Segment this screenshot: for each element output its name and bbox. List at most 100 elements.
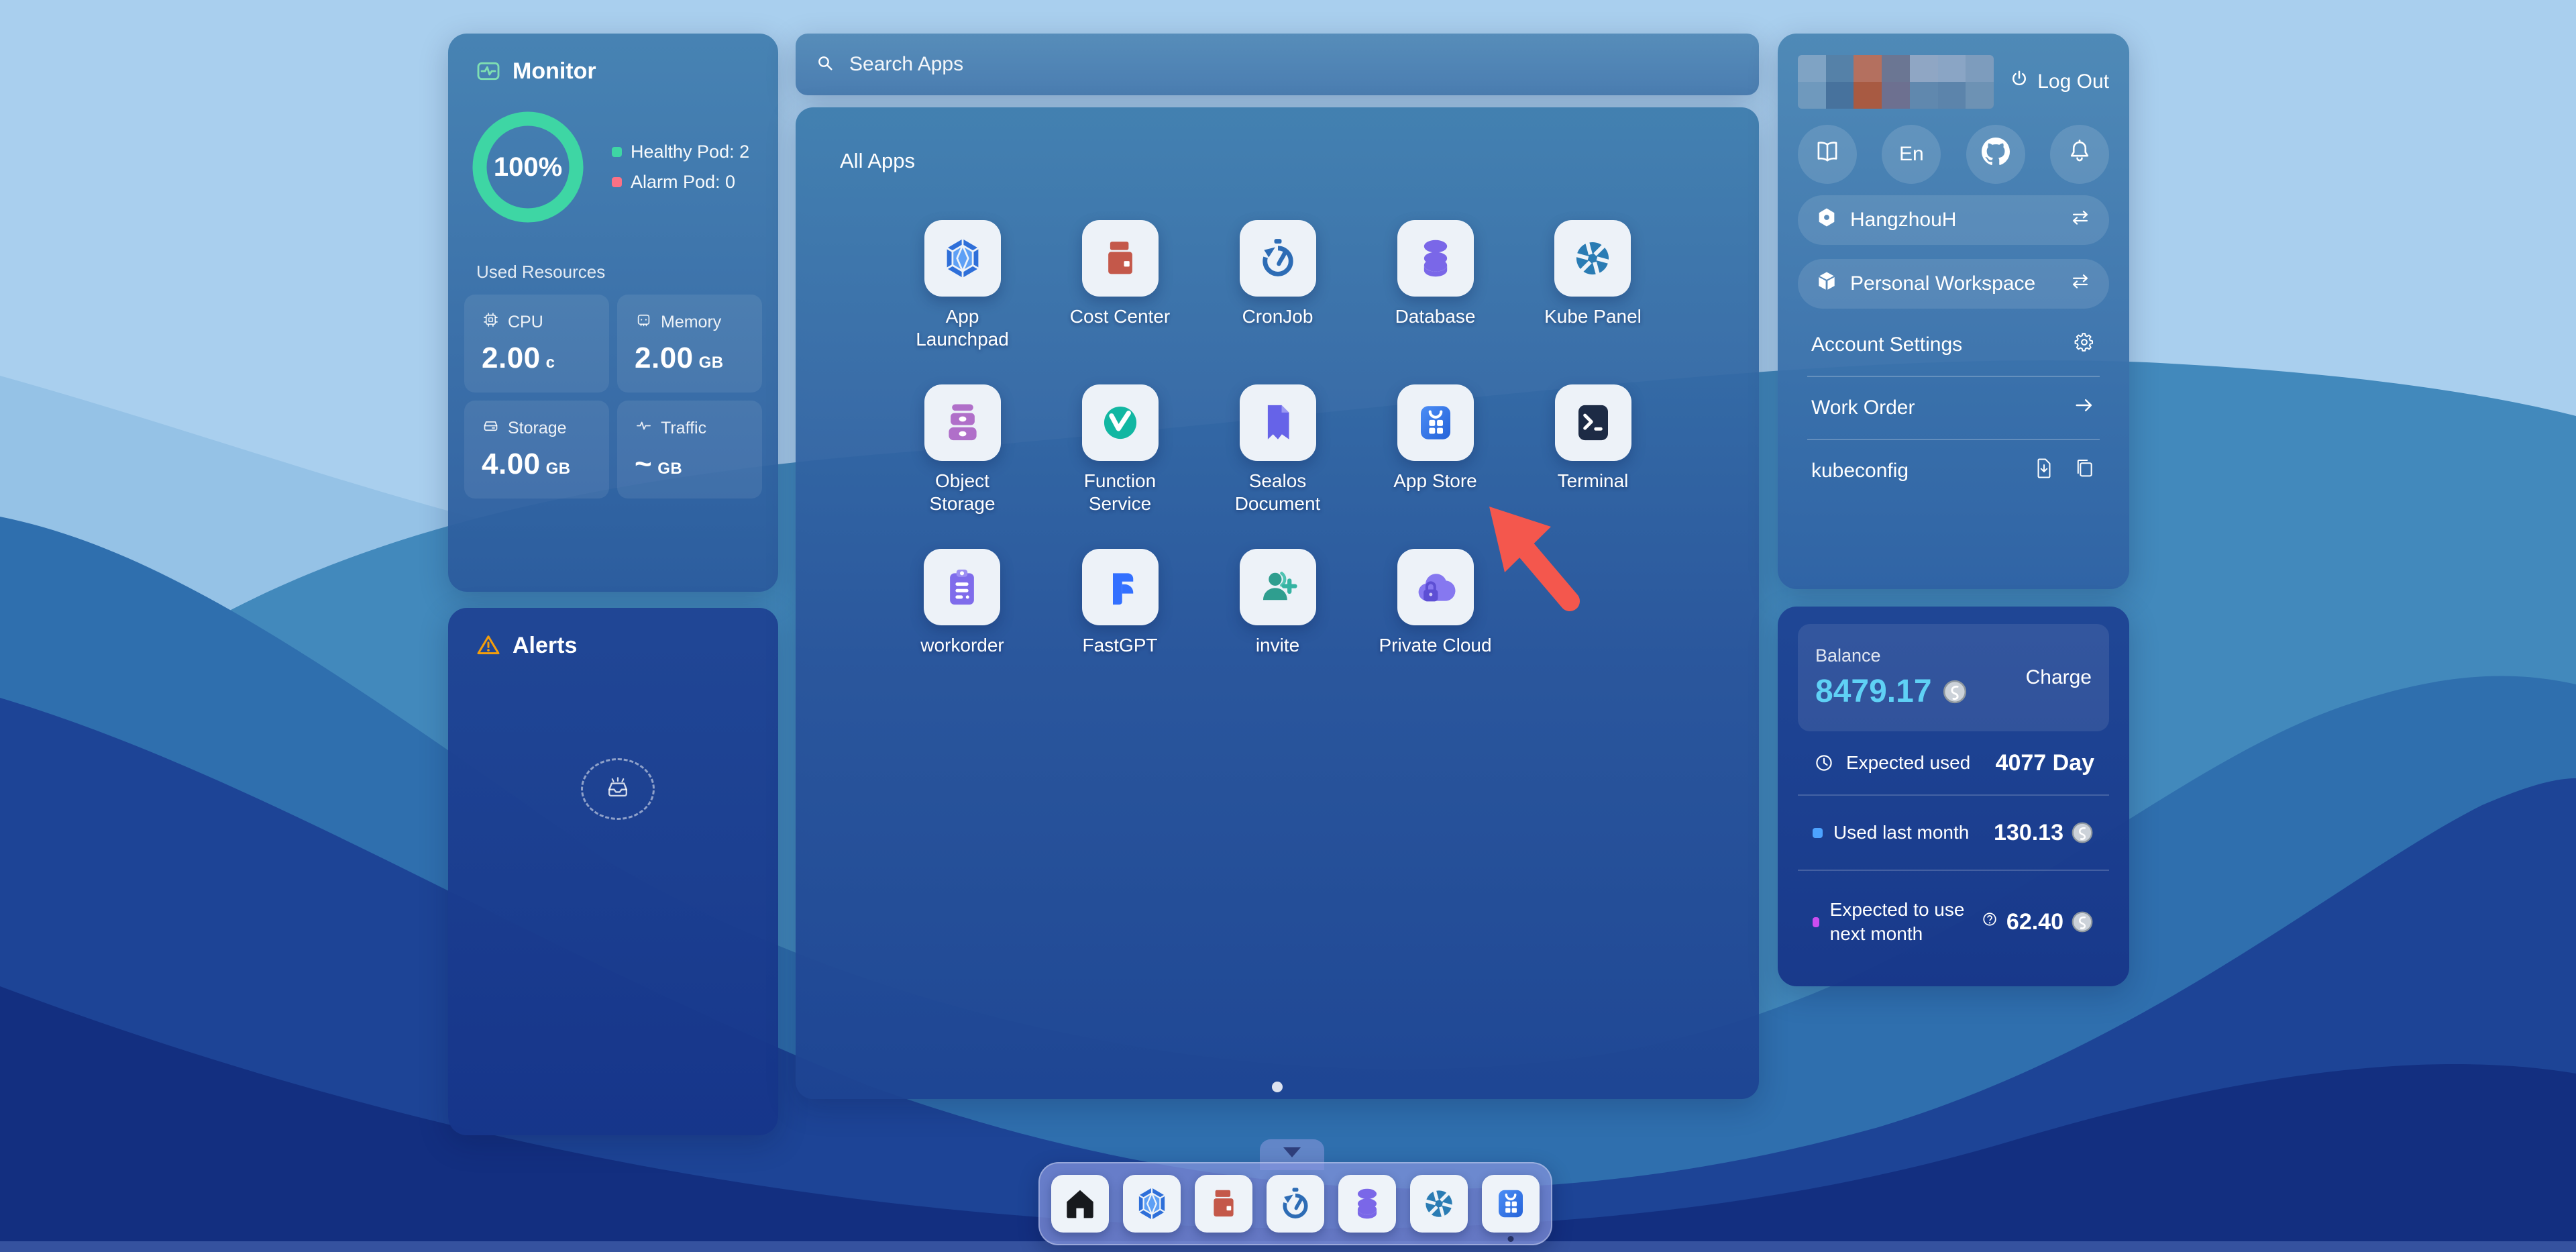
dock-tile-home[interactable] bbox=[1051, 1175, 1109, 1233]
dock-tile-database[interactable] bbox=[1338, 1175, 1396, 1233]
pod-health-gauge: 100% bbox=[472, 111, 584, 223]
coin-icon bbox=[1941, 678, 1968, 705]
region-switcher[interactable]: HangzhouH bbox=[1798, 195, 2109, 245]
charge-button[interactable]: Charge bbox=[2026, 666, 2092, 689]
bell-icon bbox=[2065, 138, 2094, 171]
avatar-mosaic-cell bbox=[1882, 82, 1910, 109]
active-app-dot bbox=[1507, 1236, 1514, 1242]
app-terminal: Terminal bbox=[1554, 384, 1631, 492]
invite-icon bbox=[1256, 565, 1300, 609]
avatar-mosaic-cell bbox=[1909, 82, 1938, 109]
app-cronjob: CronJob bbox=[1239, 220, 1316, 328]
app-tile-database[interactable] bbox=[1397, 220, 1474, 297]
download-icon[interactable] bbox=[2033, 457, 2055, 485]
notifications-button[interactable] bbox=[2049, 125, 2109, 184]
app-label: Function Service bbox=[1083, 470, 1157, 515]
region-label: HangzhouH bbox=[1850, 209, 1957, 231]
dock-item-home bbox=[1051, 1175, 1109, 1233]
app-tile-invite[interactable] bbox=[1239, 549, 1316, 625]
app-tile-app-launchpad[interactable] bbox=[924, 220, 1001, 297]
used-resources-label: Used Resources bbox=[476, 262, 606, 282]
app-label: Sealos Document bbox=[1234, 470, 1321, 515]
warning-icon bbox=[475, 632, 502, 659]
app-label: workorder bbox=[920, 635, 1004, 656]
apps-grid: App Launchpad Cost Center CronJob Databa… bbox=[883, 220, 1672, 713]
app-store-icon bbox=[1413, 401, 1458, 445]
memory-icon bbox=[635, 311, 653, 333]
app-tile-cronjob[interactable] bbox=[1239, 220, 1316, 297]
app-object-storage: Object Storage bbox=[903, 384, 1022, 515]
database-icon bbox=[1413, 236, 1458, 280]
traffic-icon bbox=[635, 417, 653, 439]
app-tile-fastgpt[interactable] bbox=[1081, 549, 1159, 625]
dock-item-kube-panel bbox=[1410, 1175, 1468, 1233]
sealos-document-icon bbox=[1256, 401, 1300, 445]
app-tile-sealos-document[interactable] bbox=[1239, 384, 1316, 461]
monitor-panel: Monitor 100% Healthy Pod: 2 Alarm Pod: 0 … bbox=[448, 34, 778, 592]
divider bbox=[1807, 439, 2100, 440]
stat-card-traffic: Traffic ~ GB bbox=[617, 401, 762, 499]
billing-rows: Expected used 4077 Day Used last month 1… bbox=[1798, 731, 2109, 973]
copy-icon[interactable] bbox=[2073, 457, 2096, 485]
logout-button[interactable]: Log Out bbox=[2009, 69, 2109, 95]
dock-tile-kube-panel[interactable] bbox=[1410, 1175, 1468, 1233]
app-label: App Store bbox=[1393, 470, 1477, 491]
avatar-mosaic-cell bbox=[1937, 82, 1966, 109]
app-tile-cost-center[interactable] bbox=[1081, 220, 1159, 297]
avatar-mosaic-cell bbox=[1909, 55, 1938, 82]
search-icon bbox=[814, 52, 836, 77]
page-indicator-dot[interactable] bbox=[1272, 1082, 1283, 1092]
coin-icon bbox=[2070, 910, 2094, 934]
app-label: CronJob bbox=[1242, 306, 1313, 327]
work-order-row[interactable]: Work Order bbox=[1798, 389, 2109, 427]
account-settings-row[interactable]: Account Settings bbox=[1798, 326, 2109, 364]
cost-center-icon bbox=[1098, 236, 1142, 280]
dock-item-cost-center bbox=[1195, 1175, 1252, 1233]
search-bar[interactable] bbox=[796, 34, 1759, 95]
dock-tile-cost-center[interactable] bbox=[1195, 1175, 1252, 1233]
avatar-mosaic-cell bbox=[1825, 55, 1854, 82]
legend-item: Healthy Pod: 2 bbox=[612, 142, 749, 162]
app-tile-private-cloud[interactable] bbox=[1397, 549, 1474, 625]
kube-panel-icon bbox=[1421, 1186, 1457, 1222]
kubeconfig-row: kubeconfig bbox=[1798, 452, 2109, 490]
balance-card: Balance 8479.17 Charge bbox=[1798, 624, 2109, 731]
billing-row-expected-used: Expected used 4077 Day bbox=[1798, 731, 2109, 794]
app-tile-function-service[interactable] bbox=[1081, 384, 1159, 461]
avatar-mosaic-cell bbox=[1882, 55, 1910, 82]
app-tile-app-store[interactable] bbox=[1397, 384, 1474, 461]
language-label: En bbox=[1898, 143, 1924, 165]
app-label: FastGPT bbox=[1082, 635, 1158, 656]
balance-label: Balance bbox=[1815, 645, 1881, 666]
stat-card-cpu: CPU 2.00 c bbox=[464, 295, 609, 393]
dock-item-app-store bbox=[1482, 1175, 1540, 1242]
dock-tile-app-launchpad[interactable] bbox=[1123, 1175, 1181, 1233]
cronjob-icon bbox=[1256, 236, 1300, 280]
arrow-right-icon[interactable] bbox=[2073, 394, 2096, 422]
app-tile-object-storage[interactable] bbox=[924, 384, 1001, 461]
workspace-switcher[interactable]: Personal Workspace bbox=[1798, 259, 2109, 309]
swap-icon[interactable] bbox=[2069, 270, 2092, 298]
swap-icon[interactable] bbox=[2069, 206, 2092, 234]
dock-tile-app-store[interactable] bbox=[1482, 1175, 1540, 1233]
search-input[interactable] bbox=[848, 52, 1740, 76]
dock-tile-cronjob[interactable] bbox=[1267, 1175, 1324, 1233]
all-apps-title: All Apps bbox=[840, 149, 916, 172]
app-tile-terminal[interactable] bbox=[1554, 384, 1631, 461]
docs-button[interactable] bbox=[1798, 125, 1857, 184]
github-button[interactable] bbox=[1966, 125, 2025, 184]
workspace-label: Personal Workspace bbox=[1850, 272, 2036, 295]
app-fastgpt: FastGPT bbox=[1081, 549, 1159, 657]
database-icon bbox=[1349, 1186, 1385, 1222]
app-tile-kube-panel[interactable] bbox=[1554, 220, 1631, 297]
avatar[interactable] bbox=[1798, 55, 1994, 109]
app-cost-center: Cost Center bbox=[1070, 220, 1170, 328]
workorder-icon bbox=[940, 565, 984, 609]
chevron-down-icon bbox=[1283, 1147, 1301, 1157]
language-button[interactable]: En bbox=[1882, 125, 1941, 184]
account-panel: Log Out En HangzhouH Personal Workspace … bbox=[1778, 34, 2129, 589]
app-tile-workorder[interactable] bbox=[924, 549, 1001, 625]
github-icon bbox=[1981, 138, 2010, 171]
gear-icon[interactable] bbox=[2073, 331, 2096, 359]
app-label: Kube Panel bbox=[1544, 306, 1642, 327]
